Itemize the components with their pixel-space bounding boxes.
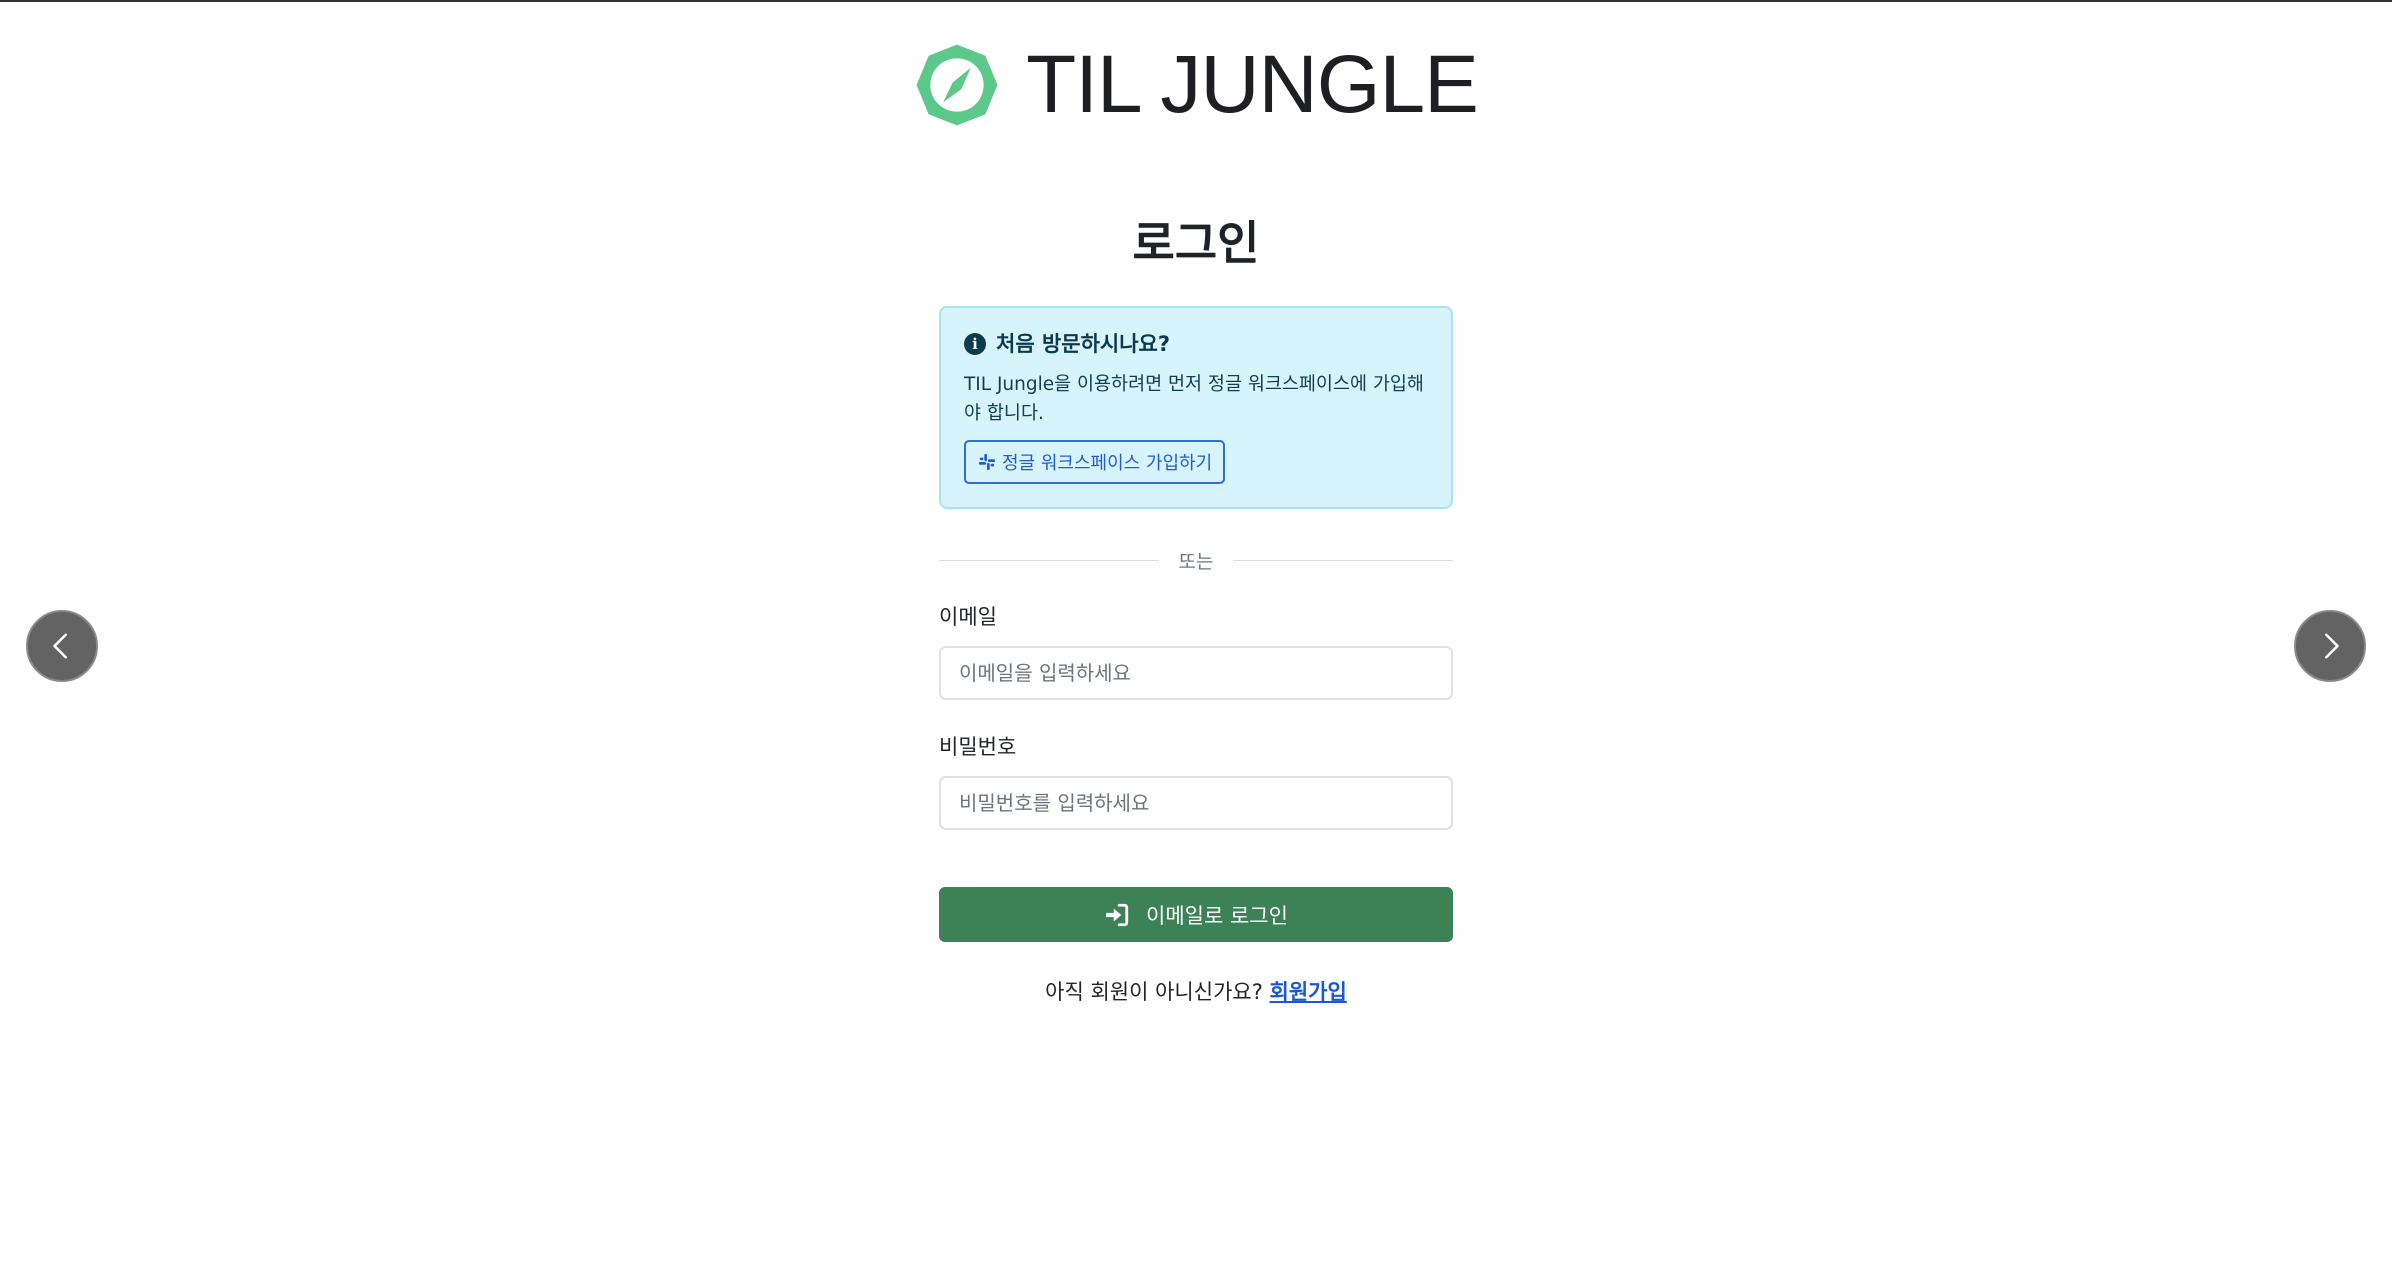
carousel-prev-button[interactable] (26, 610, 98, 682)
sign-in-icon (1106, 903, 1129, 926)
top-border (0, 0, 2392, 2)
join-workspace-label: 정글 워크스페이스 가입하기 (1002, 453, 1213, 474)
password-label: 비밀번호 (939, 735, 1017, 759)
join-workspace-button[interactable]: 정글 워크스페이스 가입하기 (964, 440, 1226, 484)
password-input[interactable] (939, 776, 1453, 830)
info-heading: i 처음 방문하시나요? (964, 330, 1429, 358)
header: TIL JUNGLE (0, 40, 2392, 130)
or-divider: 또는 (939, 545, 1453, 575)
signup-row: 아직 회원이 아니신가요? 회원가입 (939, 977, 1453, 1007)
email-input[interactable] (939, 646, 1453, 700)
page-title: 로그인 (1132, 216, 1260, 270)
info-heading-text: 처음 방문하시나요? (996, 332, 1171, 356)
chevron-right-icon (2325, 633, 2339, 659)
info-text: TIL Jungle을 이용하려면 먼저 정글 워크스페이스에 가입해야 합니다… (964, 374, 1424, 424)
signup-link[interactable]: 회원가입 (1270, 980, 1347, 1004)
email-label: 이메일 (939, 605, 997, 629)
slack-icon (978, 453, 996, 471)
login-form: i 처음 방문하시나요? TIL Jungle을 이용하려면 먼저 정글 워크스… (939, 306, 1453, 1007)
carousel-next-button[interactable] (2294, 610, 2366, 682)
info-icon: i (964, 333, 986, 355)
divider-text: 또는 (1178, 550, 1214, 573)
brand[interactable]: TIL JUNGLE (914, 39, 1479, 130)
compass-logo-icon (916, 44, 998, 126)
divider-line-left (939, 559, 1159, 561)
info-alert: i 처음 방문하시나요? TIL Jungle을 이용하려면 먼저 정글 워크스… (939, 306, 1453, 509)
signup-prompt: 아직 회원이 아니신가요? (1045, 980, 1263, 1004)
email-login-button[interactable]: 이메일로 로그인 (939, 887, 1453, 942)
email-login-label: 이메일로 로그인 (1146, 903, 1288, 928)
brand-name: TIL JUNGLE (1026, 39, 1479, 130)
divider-line-right (1233, 559, 1453, 561)
chevron-left-icon (53, 633, 67, 659)
